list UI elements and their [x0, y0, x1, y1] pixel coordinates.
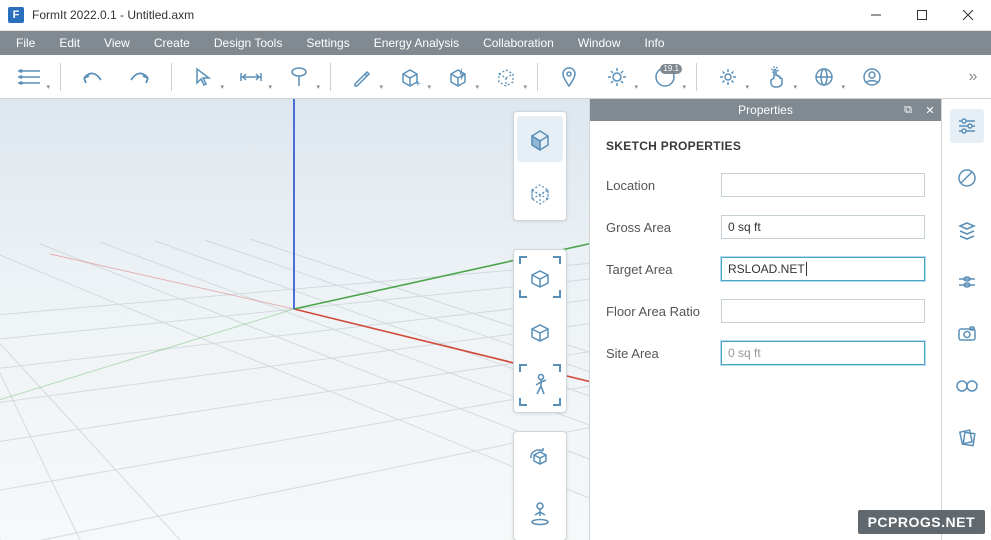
panel-pin-button[interactable]: ⧉ — [897, 99, 919, 121]
walk-button[interactable] — [517, 362, 563, 408]
sketch-properties-heading: SKETCH PROPERTIES — [606, 139, 925, 153]
levels-tab-icon[interactable] — [950, 265, 984, 299]
site-area-label: Site Area — [606, 346, 721, 361]
floor-area-ratio-field[interactable] — [721, 299, 925, 323]
swivel-button[interactable] — [517, 490, 563, 536]
menu-energy-analysis[interactable]: Energy Analysis — [362, 31, 471, 55]
transform-toolbar — [513, 431, 567, 540]
sun-tool[interactable]: ▾ — [594, 60, 640, 94]
energy-badge: 19.1 — [660, 64, 682, 74]
menu-collaboration[interactable]: Collaboration — [471, 31, 566, 55]
gross-area-field[interactable]: 0 sq ft — [721, 215, 925, 239]
wireframe-view-button[interactable] — [517, 170, 563, 216]
properties-tab-icon[interactable] — [950, 109, 984, 143]
target-area-field[interactable]: RSLOAD.NET — [721, 257, 925, 281]
gross-area-label: Gross Area — [606, 220, 721, 235]
menu-view[interactable]: View — [92, 31, 142, 55]
menu-window[interactable]: Window — [566, 31, 633, 55]
floor-area-ratio-label: Floor Area Ratio — [606, 304, 721, 319]
panel-close-button[interactable]: ✕ — [919, 99, 941, 121]
properties-panel: Properties ⧉ ✕ SKETCH PROPERTIES Locatio… — [589, 99, 941, 540]
location-field[interactable] — [721, 173, 925, 197]
menu-design-tools[interactable]: Design Tools — [202, 31, 294, 55]
location-label: Location — [606, 178, 721, 193]
menu-info[interactable]: Info — [633, 31, 677, 55]
rotate-button[interactable] — [517, 436, 563, 482]
minimize-button[interactable] — [853, 0, 899, 31]
workspace: Properties ⧉ ✕ SKETCH PROPERTIES Locatio… — [0, 99, 991, 540]
watermark: PCPROGS.NET — [858, 510, 985, 534]
content-library-tab-icon[interactable] — [950, 421, 984, 455]
primitive-tool[interactable]: +▾ — [387, 60, 433, 94]
list-tool[interactable]: ▾ — [6, 60, 52, 94]
undo-button[interactable] — [69, 60, 115, 94]
svg-text:+: + — [415, 79, 421, 88]
group-tool[interactable]: ▾ — [483, 60, 529, 94]
materials-tab-icon[interactable] — [950, 161, 984, 195]
settings-tool[interactable]: ▾ — [705, 60, 751, 94]
window-title: FormIt 2022.0.1 - Untitled.axm — [32, 8, 853, 22]
touch-tool[interactable]: ▾ — [753, 60, 799, 94]
visual-styles-tab-icon[interactable] — [950, 369, 984, 403]
menu-file[interactable]: File — [4, 31, 47, 55]
orbit-button[interactable] — [517, 254, 563, 300]
pan-button[interactable] — [517, 308, 563, 354]
layers-tab-icon[interactable] — [950, 213, 984, 247]
app-icon: F — [8, 7, 24, 23]
shaded-view-button[interactable] — [517, 116, 563, 162]
location-tool[interactable] — [546, 60, 592, 94]
close-button[interactable] — [945, 0, 991, 31]
measure-tool[interactable]: ▾ — [228, 60, 274, 94]
menu-edit[interactable]: Edit — [47, 31, 92, 55]
redo-button[interactable] — [117, 60, 163, 94]
menu-create[interactable]: Create — [142, 31, 202, 55]
energy-tool[interactable]: 19.1▾ — [642, 60, 688, 94]
select-tool[interactable]: ▾ — [180, 60, 226, 94]
properties-panel-title: Properties — [738, 103, 793, 117]
overflow-button[interactable]: » — [961, 60, 985, 94]
collaboration-tool[interactable]: ▾ — [801, 60, 847, 94]
main-toolbar: ▾ ▾ ▾ ▾ ▾ +▾ ▾ ▾ ▾ 19.1▾ ▾ ▾ ▾ » — [0, 55, 991, 99]
palette-toolbar — [941, 99, 991, 540]
menubar: File Edit View Create Design Tools Setti… — [0, 31, 991, 55]
target-area-label: Target Area — [606, 262, 721, 277]
pencil-tool[interactable]: ▾ — [339, 60, 385, 94]
maximize-button[interactable] — [899, 0, 945, 31]
section-tool[interactable]: ▾ — [276, 60, 322, 94]
site-area-field[interactable]: 0 sq ft — [721, 341, 925, 365]
dynamo-tool[interactable]: ▾ — [435, 60, 481, 94]
properties-panel-header[interactable]: Properties ⧉ ✕ — [590, 99, 941, 121]
navigation-toolbar — [513, 249, 567, 413]
display-mode-toolbar — [513, 111, 567, 221]
titlebar: F FormIt 2022.0.1 - Untitled.axm — [0, 0, 991, 31]
scenes-tab-icon[interactable] — [950, 317, 984, 351]
user-tool[interactable] — [849, 60, 895, 94]
menu-settings[interactable]: Settings — [294, 31, 361, 55]
